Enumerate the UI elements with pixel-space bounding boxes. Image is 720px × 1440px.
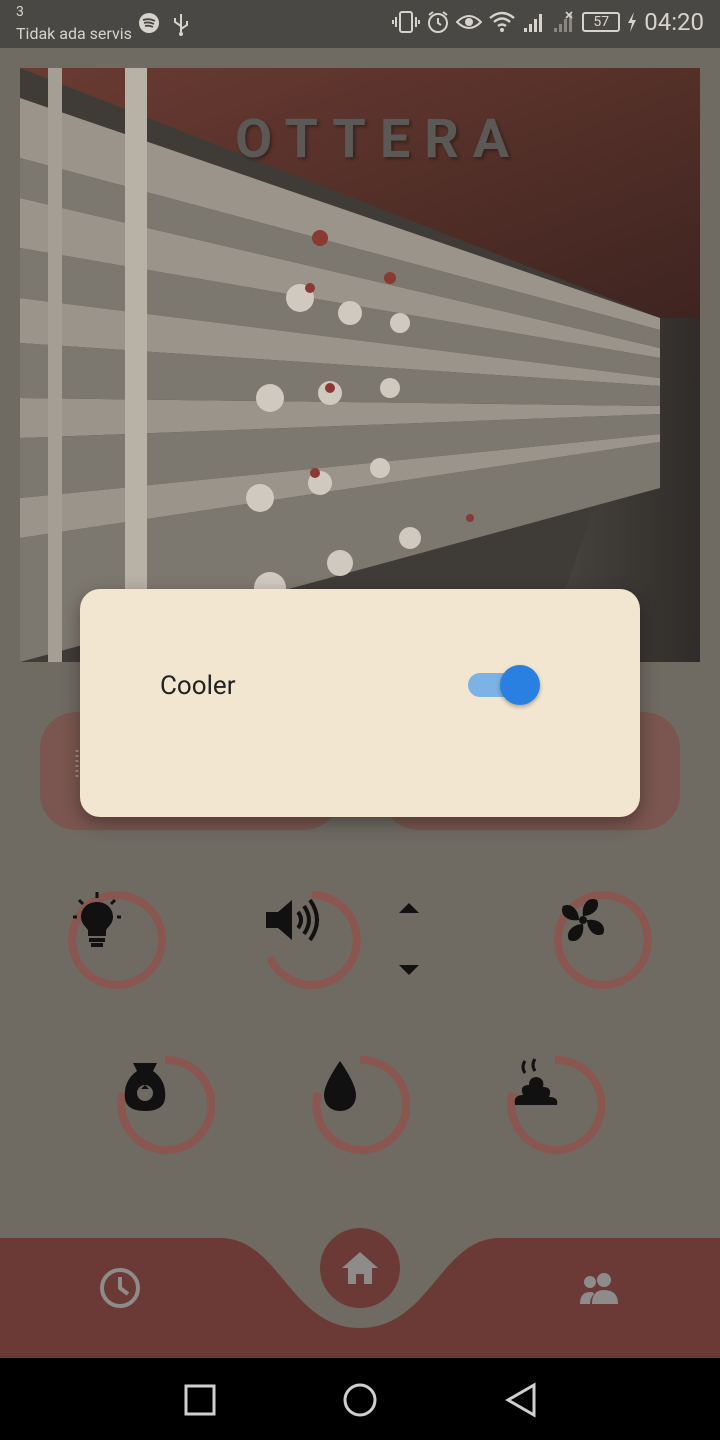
wifi-icon xyxy=(489,11,516,32)
cooler-toggle[interactable] xyxy=(468,665,540,705)
battery-icon: 57 xyxy=(582,12,621,32)
fan-icon xyxy=(561,898,605,942)
status-bar: 3 Tidak ada servis 57 04:20 xyxy=(0,0,720,48)
charging-icon xyxy=(628,12,637,32)
system-navigation-bar xyxy=(0,1358,720,1440)
signal-icon xyxy=(524,14,543,32)
clock: 04:20 xyxy=(644,8,704,36)
alarm-icon xyxy=(428,11,449,33)
volume-up-arrow[interactable] xyxy=(399,903,419,913)
signal-off-icon xyxy=(554,11,573,32)
home-nav-button[interactable] xyxy=(342,1382,378,1418)
water-control-button[interactable] xyxy=(310,1055,410,1155)
manure-icon xyxy=(514,1058,558,1105)
carrier-label: Tidak ada servis xyxy=(16,24,132,43)
fan-control-button[interactable] xyxy=(553,890,653,990)
hero-image: OTTERA xyxy=(20,68,700,662)
spotify-icon xyxy=(139,13,159,33)
eye-icon xyxy=(456,15,483,29)
speaker-icon xyxy=(266,898,319,942)
water-drop-icon xyxy=(324,1061,356,1111)
lightbulb-icon xyxy=(73,892,121,947)
back-nav-button[interactable] xyxy=(504,1382,538,1418)
feed-control-button[interactable] xyxy=(115,1055,215,1155)
home-icon xyxy=(342,1252,378,1284)
app-title: OTTERA xyxy=(235,108,524,171)
notification-count: 3 xyxy=(16,4,24,20)
light-control-button[interactable] xyxy=(67,890,167,990)
cooler-dialog: Cooler xyxy=(80,589,640,817)
vibrate-icon xyxy=(392,11,421,33)
feed-bag-icon xyxy=(124,1063,166,1111)
speaker-control-button[interactable] xyxy=(262,890,362,990)
usb-icon xyxy=(174,14,188,36)
recent-apps-button[interactable] xyxy=(184,1384,216,1416)
volume-down-arrow[interactable] xyxy=(399,965,419,975)
home-button[interactable] xyxy=(320,1228,400,1308)
toggle-thumb xyxy=(500,665,540,705)
history-icon[interactable] xyxy=(98,1266,142,1310)
cooler-label: Cooler xyxy=(160,671,236,701)
users-icon[interactable] xyxy=(578,1270,622,1306)
manure-control-button[interactable] xyxy=(505,1055,605,1155)
